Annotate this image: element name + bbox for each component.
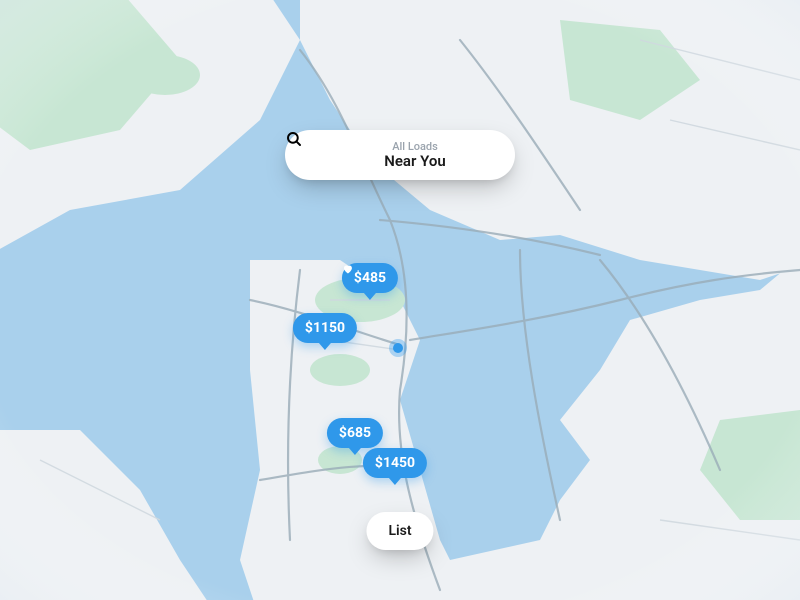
search-sup-label: All Loads [331,141,499,153]
list-view-button[interactable]: List [366,512,433,550]
search-main-label: Near You [331,153,499,170]
price-marker-tail [349,448,361,455]
price-marker-tail [319,343,331,350]
map-art [0,0,800,600]
user-location-dot [393,343,403,353]
price-marker-tail [364,293,376,300]
price-marker-label: $1450 [375,455,415,471]
price-marker-tail [389,478,401,485]
price-marker-bubble: $485 [342,263,398,293]
price-marker[interactable]: $1150 [293,313,357,350]
price-marker-label: $1150 [305,320,345,336]
search-pill[interactable]: All Loads Near You [285,130,515,180]
list-button-label: List [388,523,411,539]
search-icon [301,146,319,164]
price-marker[interactable]: $485 [342,263,398,300]
heart-icon [342,263,354,275]
price-marker-bubble: $685 [327,418,383,448]
price-marker-bubble: $1450 [363,448,427,478]
price-marker-bubble: $1150 [293,313,357,343]
map-canvas[interactable]: $485 $1150 $685$1450 All Loads Near You Li… [0,0,800,600]
price-marker-label: $485 [354,270,386,286]
search-labels: All Loads Near You [331,141,499,170]
price-marker-label: $685 [339,425,371,441]
price-marker[interactable]: $1450 [363,448,427,485]
